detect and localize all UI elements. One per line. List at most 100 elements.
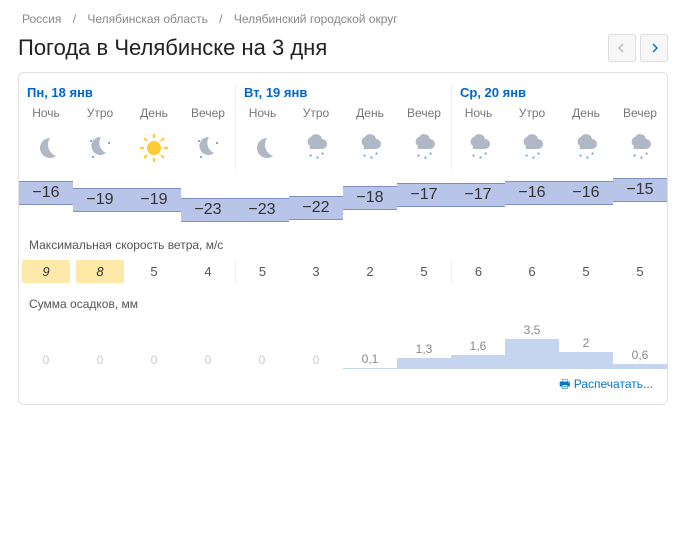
svg-text:*: * [309, 153, 312, 162]
moon-icon [19, 126, 73, 170]
svg-text:*: * [375, 151, 378, 160]
moon-icon [235, 126, 289, 170]
wind-value: 2 [343, 260, 397, 283]
part-label: Ночь [451, 106, 505, 126]
wind-value: 6 [451, 260, 505, 283]
temp-value: −18 [343, 186, 397, 210]
precip-value: 0 [289, 353, 343, 369]
part-label: Ночь [235, 106, 289, 126]
page-title: Погода в Челябинске на 3 дня [18, 35, 327, 61]
wind-value: 4 [181, 260, 235, 283]
snow-icon: *** [505, 126, 559, 170]
print-icon: 🖶 [559, 377, 570, 391]
svg-text:*: * [363, 153, 366, 162]
moon-stars-icon [181, 126, 235, 170]
part-label: День [343, 106, 397, 126]
temp-value: −16 [559, 181, 613, 205]
day-header: Ср, 20 янв [451, 85, 667, 106]
precip-value: 3,5 [505, 323, 559, 369]
svg-text:*: * [370, 155, 373, 164]
crumb-0[interactable]: Россия [22, 12, 61, 26]
part-label: Утро [289, 106, 343, 126]
snow-icon: *** [613, 126, 667, 170]
snow-icon: *** [343, 126, 397, 170]
crumb-sep: / [219, 12, 222, 26]
moon-stars-icon [73, 126, 127, 170]
part-label: Вечер [181, 106, 235, 126]
snow-icon: *** [559, 126, 613, 170]
sun-icon [127, 126, 181, 170]
precip-value: 1,3 [397, 342, 451, 369]
temp-value: −23 [235, 198, 289, 222]
svg-text:*: * [525, 153, 528, 162]
breadcrumb: Россия / Челябинская область / Челябинск… [18, 12, 668, 26]
temp-value: −15 [613, 178, 667, 202]
wind-value: 8 [76, 260, 124, 283]
precip-label: Сумма осадков, мм [19, 283, 667, 319]
svg-text:*: * [633, 153, 636, 162]
snow-icon: *** [451, 126, 505, 170]
part-label: Утро [505, 106, 559, 126]
svg-text:*: * [484, 151, 487, 160]
temp-value: −16 [19, 181, 73, 205]
snow-icon: *** [397, 126, 451, 170]
svg-text:*: * [479, 155, 482, 164]
precip-value: 0,6 [613, 348, 667, 369]
wind-value: 5 [127, 260, 181, 283]
wind-value: 9 [22, 260, 70, 283]
part-label: День [559, 106, 613, 126]
svg-text:*: * [640, 155, 643, 164]
wind-value: 5 [235, 260, 289, 283]
wind-value: 5 [613, 260, 667, 283]
forecast-card: Пн, 18 янвВт, 19 янвСр, 20 янв НочьУтроД… [18, 72, 668, 405]
crumb-2[interactable]: Челябинский городской округ [234, 12, 398, 26]
part-label: Ночь [19, 106, 73, 126]
wind-value: 6 [505, 260, 559, 283]
part-label: День [127, 106, 181, 126]
temp-value: −17 [451, 183, 505, 207]
svg-text:*: * [424, 155, 427, 164]
svg-text:*: * [645, 151, 648, 160]
part-label: Вечер [397, 106, 451, 126]
temp-value: −22 [289, 196, 343, 220]
precip-value: 1,6 [451, 339, 505, 369]
part-label: Вечер [613, 106, 667, 126]
svg-text:*: * [586, 155, 589, 164]
day-header: Вт, 19 янв [235, 85, 451, 106]
svg-text:*: * [579, 153, 582, 162]
precip-value: 0 [73, 353, 127, 369]
chevron-right-icon [649, 43, 659, 53]
crumb-1[interactable]: Челябинская область [87, 12, 207, 26]
temp-value: −19 [127, 188, 181, 212]
temp-value: −16 [505, 181, 559, 205]
svg-text:*: * [417, 153, 420, 162]
svg-text:*: * [591, 151, 594, 160]
chevron-left-icon [617, 43, 627, 53]
precip-value: 0 [235, 353, 289, 369]
svg-text:*: * [316, 155, 319, 164]
precip-value: 2 [559, 336, 613, 369]
svg-text:*: * [532, 155, 535, 164]
svg-text:*: * [537, 151, 540, 160]
svg-text:*: * [472, 153, 475, 162]
svg-text:*: * [321, 151, 324, 160]
day-header: Пн, 18 янв [19, 85, 235, 106]
next-button[interactable] [640, 34, 668, 62]
wind-value: 5 [559, 260, 613, 283]
temp-value: −17 [397, 183, 451, 207]
temp-value: −19 [73, 188, 127, 212]
wind-value: 3 [289, 260, 343, 283]
crumb-sep: / [73, 12, 76, 26]
temp-value: −23 [181, 198, 235, 222]
precip-value: 0 [181, 353, 235, 369]
part-label: Утро [73, 106, 127, 126]
snow-icon: *** [289, 126, 343, 170]
precip-value: 0 [19, 353, 73, 369]
wind-label: Максимальная скорость ветра, м/с [19, 224, 667, 260]
precip-value: 0,1 [343, 352, 397, 369]
print-link[interactable]: Распечатать... [574, 377, 653, 391]
temperature-chart: −16−19−19−23−23−22−18−17−17−16−16−15 [19, 178, 667, 224]
precip-value: 0 [127, 353, 181, 369]
wind-value: 5 [397, 260, 451, 283]
prev-button[interactable] [608, 34, 636, 62]
